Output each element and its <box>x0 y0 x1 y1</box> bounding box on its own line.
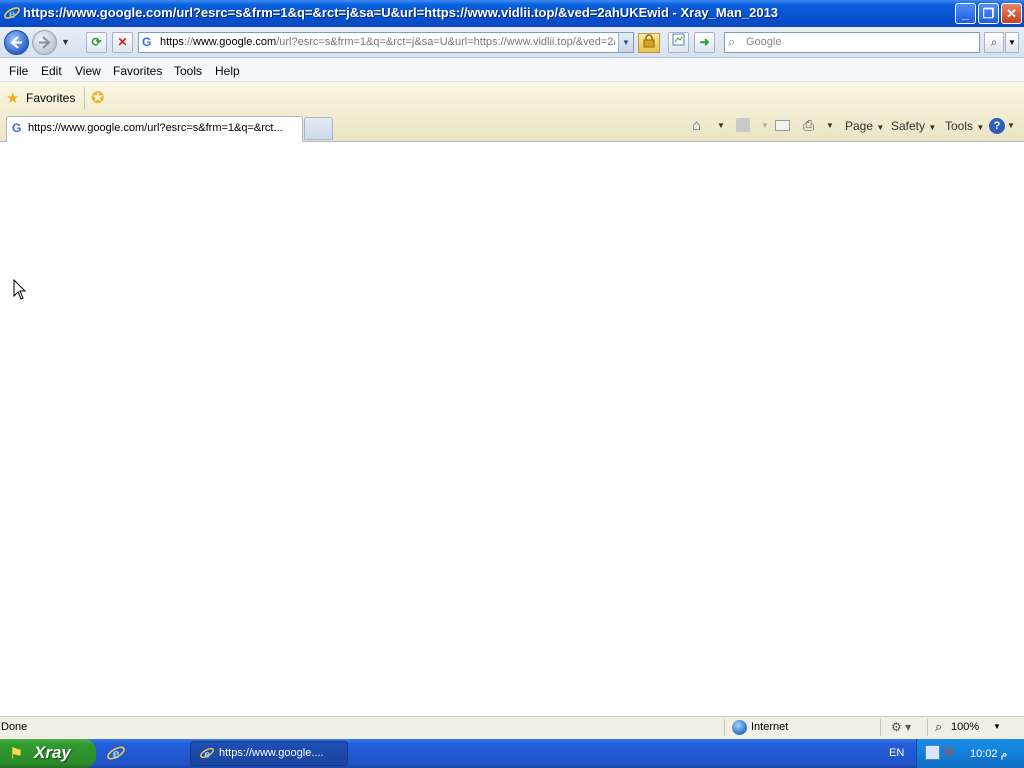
security-zone-label[interactable]: Internet <box>751 721 788 733</box>
compatibility-view-button[interactable] <box>668 32 689 53</box>
back-button[interactable] <box>4 30 29 55</box>
restore-button[interactable]: ❐ <box>978 3 999 24</box>
address-url-text[interactable]: https://www.google.com/url?esrc=s&frm=1&… <box>160 36 615 48</box>
address-dropdown-icon[interactable]: ▼ <box>618 33 633 52</box>
tools-dropdown-icon: ▼ <box>976 123 985 132</box>
zoom-dropdown-icon[interactable]: ▼ <box>993 722 1001 731</box>
menu-view[interactable]: View <box>75 64 101 78</box>
url-scheme: https <box>160 36 184 48</box>
quicklaunch-ie-icon[interactable]: e <box>106 743 126 763</box>
tab-title[interactable]: https://www.google.com/url?esrc=s&frm=1&… <box>28 122 298 134</box>
url-host: www.google.com <box>193 36 277 48</box>
status-text: Done <box>1 721 28 733</box>
clock[interactable]: 10:02 م <box>970 747 1007 760</box>
google-favicon-icon: G <box>142 35 152 49</box>
search-button[interactable]: ⌕ <box>984 32 1004 53</box>
safety-menu-button[interactable]: Safety ▼ <box>891 119 936 133</box>
page-menu-button[interactable]: Page ▼ <box>845 119 884 133</box>
help-icon[interactable]: ? <box>989 118 1005 134</box>
window-title: https://www.google.com/url?esrc=s&frm=1&… <box>23 5 779 20</box>
zoom-icon[interactable]: ⌕ <box>935 719 942 735</box>
stop-button[interactable]: ✕ <box>112 32 133 53</box>
svg-text:e: e <box>204 747 210 761</box>
read-mail-icon[interactable] <box>775 120 790 131</box>
tools-menu-label: Tools <box>945 119 974 133</box>
new-tab-button[interactable] <box>304 117 333 140</box>
start-button-label[interactable]: Xray <box>34 743 71 763</box>
home-dropdown-icon[interactable]: ▼ <box>717 121 725 130</box>
language-indicator[interactable]: EN <box>889 747 904 759</box>
refresh-button[interactable]: ⟳ <box>86 32 107 53</box>
taskbar <box>0 739 1024 768</box>
feeds-icon[interactable] <box>736 118 750 132</box>
status-separator <box>724 719 725 736</box>
menu-tools[interactable]: Tools <box>174 64 202 78</box>
forward-arrow-icon <box>39 36 51 49</box>
page-content[interactable] <box>0 142 1024 716</box>
menu-edit[interactable]: Edit <box>41 64 62 78</box>
internet-zone-globe-icon <box>732 720 747 735</box>
menu-help[interactable]: Help <box>215 64 240 78</box>
favorites-separator <box>84 87 85 109</box>
page-menu-label: Page <box>845 119 874 133</box>
search-placeholder: Google <box>746 36 782 48</box>
tools-menu-button[interactable]: Tools ▼ <box>945 119 984 133</box>
recent-pages-dropdown-icon[interactable]: ▼ <box>61 37 70 47</box>
lock-icon[interactable] <box>638 33 660 53</box>
menu-favorites[interactable]: Favorites <box>113 64 162 78</box>
security-shield-icon[interactable]: ⛨ <box>944 745 954 761</box>
search-icon: ⌕ <box>728 34 736 49</box>
svg-text:e: e <box>113 746 120 762</box>
ie-logo-icon: e <box>200 747 214 761</box>
back-arrow-icon <box>10 36 22 49</box>
print-icon[interactable]: ⎙ <box>803 117 814 134</box>
ie-logo-icon: e <box>4 7 20 22</box>
minimize-button[interactable]: _ <box>955 3 976 24</box>
help-dropdown-icon[interactable]: ▼ <box>1007 121 1015 130</box>
mouse-cursor-icon <box>13 279 27 300</box>
safety-dropdown-icon: ▼ <box>928 123 937 132</box>
page-dropdown-icon: ▼ <box>876 123 885 132</box>
home-icon[interactable]: ⌂ <box>692 117 701 134</box>
network-icon[interactable] <box>925 745 940 760</box>
status-bar <box>0 716 1024 739</box>
status-separator <box>880 719 881 736</box>
taskbar-window-title: https://www.google.... <box>219 747 324 759</box>
close-button[interactable]: ✕ <box>1001 3 1022 24</box>
go-button[interactable]: ➜ <box>694 32 715 53</box>
padlock-icon <box>643 34 655 48</box>
safety-menu-label: Safety <box>891 119 926 133</box>
forward-button[interactable] <box>32 30 57 55</box>
broken-page-icon <box>672 33 685 46</box>
zoom-level[interactable]: 100% <box>951 721 979 733</box>
url-path: /url?esrc=s&frm=1&q=&rct=j&sa=U&url=http… <box>276 36 615 48</box>
search-options-dropdown-icon[interactable]: ▼ <box>1005 32 1019 53</box>
status-separator <box>927 719 928 736</box>
favorites-star-icon[interactable]: ★ <box>6 89 19 107</box>
windows-flag-icon: ⚑ <box>9 746 24 763</box>
feeds-dropdown-icon[interactable]: ▼ <box>761 121 769 130</box>
protected-mode-icon[interactable]: ⚙ ▾ <box>891 720 911 734</box>
svg-text:e: e <box>9 7 15 22</box>
menu-file[interactable]: File <box>9 64 28 78</box>
print-dropdown-icon[interactable]: ▼ <box>826 121 834 130</box>
favorites-button-label[interactable]: Favorites <box>26 91 75 105</box>
google-favicon-icon: G <box>12 121 22 135</box>
add-to-favorites-bar-icon[interactable]: ✪ <box>91 88 104 108</box>
url-separator: :// <box>183 36 194 48</box>
favorites-bar <box>0 82 1024 114</box>
